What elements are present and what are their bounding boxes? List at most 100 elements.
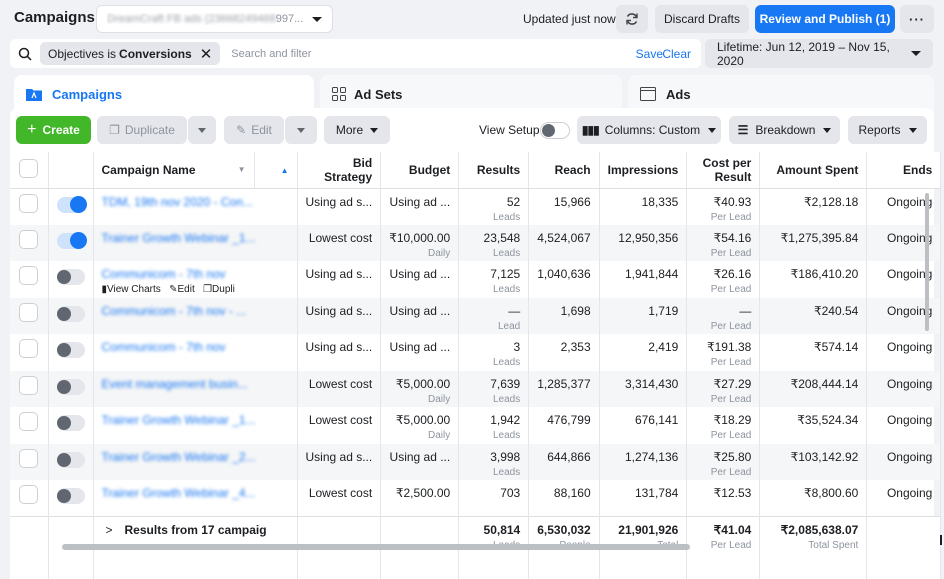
campaign-status-toggle[interactable]	[56, 195, 87, 213]
reach-cell: 1,285,377	[528, 370, 600, 407]
campaign-name-cell[interactable]: TDM, 19th nov 2020 - Con...	[93, 188, 298, 225]
discard-drafts-button[interactable]: Discard Drafts	[655, 5, 749, 33]
date-range-selector[interactable]: Lifetime: Jun 12, 2019 – Nov 15, 2020	[705, 39, 933, 68]
campaign-status-toggle[interactable]	[56, 269, 85, 285]
cost-per-result-cell: ₹12.53	[686, 480, 761, 517]
table-row[interactable]: Communicom - 7th nov - ... Using ad s... U…	[10, 297, 942, 334]
campaign-name-link[interactable]: Trainer Growth Webinar _1...	[102, 413, 256, 427]
col-header-cost-per-result[interactable]: Cost per Result	[686, 152, 761, 189]
row-checkbox[interactable]	[19, 339, 39, 358]
table-row[interactable]: Trainer Growth Webinar _1... Lowest cost ₹…	[10, 224, 942, 261]
col-header-results[interactable]: Results	[458, 152, 530, 189]
duplicate-dropdown-button[interactable]	[188, 116, 216, 144]
col-header-reach[interactable]: Reach	[528, 152, 600, 189]
campaign-status-toggle[interactable]	[56, 231, 87, 249]
col-header-budget[interactable]: Budget	[380, 152, 460, 189]
table-row[interactable]: Trainer Growth Webinar _1... Lowest cost ₹…	[10, 407, 942, 444]
reports-button[interactable]: Reports	[848, 116, 927, 144]
row-duplicate-link[interactable]: ❐Dupli	[203, 284, 235, 295]
campaign-name-cell[interactable]: Trainer Growth Webinar _1...	[93, 407, 298, 444]
results-cell: 7,125 Leads	[458, 261, 530, 298]
campaign-name-link[interactable]: Communicom - 7th nov - ...	[102, 304, 247, 318]
row-checkbox[interactable]	[19, 375, 39, 395]
campaign-name-cell[interactable]: Trainer Growth Webinar _4...	[93, 480, 298, 517]
impressions-cell: 1,719	[599, 297, 688, 334]
campaign-name-link[interactable]: Communicom - 7th nov	[102, 340, 226, 354]
campaign-status-toggle[interactable]	[56, 342, 85, 358]
col-header-sort[interactable]: ▲	[254, 152, 298, 189]
col-header-impressions[interactable]: Impressions	[599, 152, 688, 189]
col-header-campaign-name[interactable]: Campaign Name ▼	[93, 152, 255, 189]
table-row[interactable]: Trainer Growth Webinar _4... Lowest cost ₹…	[10, 480, 942, 517]
view-charts-link[interactable]: ▮View Charts	[102, 284, 161, 295]
vertical-scrollbar[interactable]	[925, 193, 929, 331]
search-input[interactable]: Search and filter	[231, 48, 311, 60]
row-checkbox[interactable]	[19, 266, 39, 285]
bid-strategy-cell: Lowest cost	[297, 370, 382, 407]
row-checkbox[interactable]	[19, 193, 39, 213]
columns-button[interactable]: ▮▮▮ Columns: Custom	[577, 116, 721, 144]
ends-cell: Ongoing	[866, 407, 942, 444]
row-edit-link[interactable]: ✎Edit	[169, 284, 195, 295]
view-setup-toggle[interactable]	[540, 122, 570, 139]
review-publish-button[interactable]: Review and Publish (1)	[755, 5, 895, 33]
more-options-button[interactable]: ···	[900, 5, 934, 33]
campaign-name-cell[interactable]: Communicom - 7th nov - ...	[93, 297, 298, 334]
campaign-name-link[interactable]: Trainer Growth Webinar _1...	[102, 231, 256, 245]
edit-button[interactable]: ✎ Edit	[224, 116, 284, 144]
more-button[interactable]: More	[324, 116, 390, 144]
cost-per-result-cell: ₹18.29 Per Lead	[686, 407, 761, 444]
toggle-knob	[56, 270, 71, 284]
save-filter-link[interactable]: Save	[636, 47, 663, 61]
col-header-bid-strategy[interactable]: Bid Strategy	[297, 152, 382, 189]
budget-cell: Using ad ...	[380, 188, 460, 225]
row-checkbox[interactable]	[19, 412, 39, 431]
table-row[interactable]: Communicom - 7th nov Using ad s... Using a…	[10, 334, 942, 371]
campaign-name-link[interactable]: Event management busin...	[102, 377, 248, 391]
close-icon[interactable]: ✕	[200, 45, 213, 63]
campaign-status-toggle[interactable]	[56, 415, 85, 431]
campaign-name-link[interactable]: Trainer Growth Webinar _4...	[102, 486, 256, 500]
campaign-name-link[interactable]: Trainer Growth Webinar _2...	[102, 450, 256, 464]
row-checkbox[interactable]	[19, 485, 39, 504]
select-all-checkbox[interactable]	[19, 158, 39, 178]
refresh-button[interactable]	[616, 5, 648, 33]
campaign-status-toggle[interactable]	[56, 305, 85, 322]
edit-dropdown-button[interactable]	[285, 116, 317, 144]
col-header-amount-spent[interactable]: Amount Spent	[759, 152, 868, 189]
budget-cell: Using ad ...	[380, 297, 460, 334]
breakdown-button[interactable]: ☰ Breakdown	[729, 116, 840, 144]
bid-strategy-cell: Using ad s...	[297, 297, 382, 334]
campaign-name-cell[interactable]: Trainer Growth Webinar _2...	[93, 443, 298, 480]
search-filter-bar[interactable]: Objectives is Conversions ✕ Search and f…	[10, 39, 701, 68]
row-checkbox[interactable]	[19, 229, 39, 249]
account-selector[interactable]: DreamCraft FB ads (23668249468997...	[96, 5, 333, 33]
horizontal-scrollbar[interactable]	[62, 544, 690, 550]
filter-chip[interactable]: Objectives is Conversions ✕	[40, 42, 221, 65]
table-row[interactable]: TDM, 19th nov 2020 - Con... Using ad s...…	[10, 188, 942, 225]
reach-cell: 88,160	[528, 480, 600, 517]
table-row[interactable]: Event management busin... Lowest cost ₹5,0…	[10, 370, 942, 407]
campaign-status-toggle[interactable]	[56, 378, 85, 395]
campaign-name-cell[interactable]: Event management busin...	[93, 370, 298, 407]
toggle-knob	[542, 124, 555, 137]
campaign-name-link[interactable]: Communicom - 7th nov	[102, 267, 226, 281]
create-button[interactable]: + Create	[16, 116, 91, 144]
clear-filter-link[interactable]: Clear	[662, 47, 691, 61]
campaign-status-toggle[interactable]	[56, 451, 85, 468]
amount-spent-cell: ₹2,128.18	[759, 188, 868, 225]
row-checkbox[interactable]	[19, 302, 39, 322]
duplicate-button[interactable]: ❐ Duplicate	[97, 116, 187, 144]
toggle-knob	[56, 416, 71, 430]
breakdown-label: Breakdown	[755, 123, 816, 137]
columns-label: Columns: Custom	[604, 123, 701, 137]
campaign-status-toggle[interactable]	[56, 488, 85, 504]
col-header-ends[interactable]: Ends	[866, 152, 942, 189]
row-checkbox[interactable]	[19, 448, 39, 468]
table-row[interactable]: Trainer Growth Webinar _2... Using ad s..…	[10, 443, 942, 480]
table-row[interactable]: Communicom - 7th nov ▮View Charts ✎Edit ❐…	[10, 261, 942, 298]
campaign-name-link[interactable]: TDM, 19th nov 2020 - Con...	[102, 195, 253, 209]
campaign-name-cell[interactable]: Trainer Growth Webinar _1...	[93, 224, 298, 261]
campaign-name-cell[interactable]: Communicom - 7th nov	[93, 334, 298, 371]
campaign-name-cell[interactable]: Communicom - 7th nov ▮View Charts ✎Edit ❐…	[93, 261, 298, 298]
